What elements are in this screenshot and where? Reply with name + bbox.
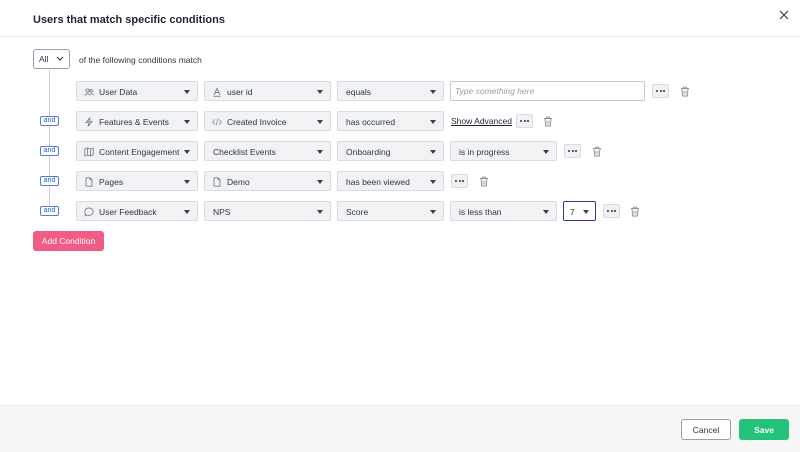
map-icon xyxy=(84,147,94,157)
more-options-button[interactable] xyxy=(652,84,669,98)
score-value-label: 7 xyxy=(570,207,575,217)
cancel-button[interactable]: Cancel xyxy=(681,419,731,440)
attribute-label: Demo xyxy=(227,177,250,187)
and-connector-badge[interactable]: and xyxy=(40,146,59,156)
condition-row-4: and Pages Demo has been viewed xyxy=(0,171,800,191)
match-mode-select[interactable]: All xyxy=(33,49,70,69)
text-icon xyxy=(212,87,222,97)
trash-icon[interactable] xyxy=(680,86,690,97)
caret-down-icon xyxy=(430,150,436,154)
category-select[interactable]: Content Engagement xyxy=(76,141,198,161)
more-options-button[interactable] xyxy=(564,144,581,158)
comparison-select[interactable]: is less than xyxy=(450,201,557,221)
operator-select[interactable]: Score xyxy=(337,201,444,221)
caret-down-icon xyxy=(317,150,323,154)
caret-down-icon xyxy=(317,90,323,94)
attribute-select[interactable]: Created Invoice xyxy=(204,111,331,131)
attribute-select[interactable]: Demo xyxy=(204,171,331,191)
caret-down-icon xyxy=(430,210,436,214)
trash-icon[interactable] xyxy=(479,176,489,187)
operator-label: Score xyxy=(346,207,369,217)
attribute-select[interactable]: user id xyxy=(204,81,331,101)
save-button[interactable]: Save xyxy=(739,419,789,440)
category-label: Content Engagement xyxy=(99,147,180,157)
dialog-title: Users that match specific conditions xyxy=(33,14,225,26)
document-icon xyxy=(84,177,94,187)
operator-select[interactable]: has occurred xyxy=(337,111,444,131)
caret-down-icon xyxy=(184,120,190,124)
and-connector-badge[interactable]: and xyxy=(40,176,59,186)
caret-down-icon xyxy=(583,210,589,214)
trash-icon[interactable] xyxy=(592,146,602,157)
show-advanced-link[interactable]: Show Advanced xyxy=(451,116,512,126)
category-select[interactable]: Pages xyxy=(76,171,198,191)
category-label: Features & Events xyxy=(99,117,169,127)
dialog-header: Users that match specific conditions xyxy=(0,0,800,37)
caret-down-icon xyxy=(317,210,323,214)
operator-label: has occurred xyxy=(346,117,396,127)
attribute-label: NPS xyxy=(213,207,231,217)
close-icon[interactable] xyxy=(776,7,792,23)
operator-select[interactable]: Onboarding xyxy=(337,141,444,161)
caret-down-icon xyxy=(543,150,549,154)
lightning-icon xyxy=(84,117,94,127)
document-icon xyxy=(212,177,222,187)
caret-down-icon xyxy=(430,120,436,124)
match-description: of the following conditions match xyxy=(79,55,202,65)
category-select[interactable]: Features & Events xyxy=(76,111,198,131)
caret-down-icon xyxy=(430,90,436,94)
attribute-select[interactable]: NPS xyxy=(204,201,331,221)
caret-down-icon xyxy=(430,180,436,184)
caret-down-icon xyxy=(317,120,323,124)
value-input[interactable] xyxy=(450,81,645,101)
trash-icon[interactable] xyxy=(630,206,640,217)
category-select[interactable]: User Feedback xyxy=(76,201,198,221)
match-mode-value: All xyxy=(39,54,49,64)
caret-down-icon xyxy=(317,180,323,184)
operator-label: equals xyxy=(346,87,372,97)
and-connector-badge[interactable]: and xyxy=(40,206,59,216)
condition-row-1: User Data user id equals xyxy=(0,81,800,101)
add-condition-button[interactable]: Add Condition xyxy=(33,231,104,251)
chat-bubble-icon xyxy=(84,207,94,217)
users-icon xyxy=(84,87,94,97)
status-select[interactable]: is in progress xyxy=(450,141,557,161)
attribute-label: Created Invoice xyxy=(227,117,287,127)
score-value-select[interactable]: 7 xyxy=(563,201,596,221)
operator-select[interactable]: equals xyxy=(337,81,444,101)
condition-row-3: and Content Engagement Checklist Events … xyxy=(0,141,800,161)
operator-label: Onboarding xyxy=(346,147,391,157)
comparison-label: is less than xyxy=(459,207,502,217)
operator-select[interactable]: has been viewed xyxy=(337,171,444,191)
attribute-select[interactable]: Checklist Events xyxy=(204,141,331,161)
caret-down-icon xyxy=(184,90,190,94)
caret-down-icon xyxy=(184,150,190,154)
category-label: User Data xyxy=(99,87,138,97)
category-select[interactable]: User Data xyxy=(76,81,198,101)
status-label: is in progress xyxy=(459,147,510,157)
dialog-footer: Cancel Save xyxy=(0,405,800,452)
operator-label: has been viewed xyxy=(346,177,410,187)
category-label: User Feedback xyxy=(99,207,157,217)
category-label: Pages xyxy=(99,177,124,187)
condition-row-5: and User Feedback NPS Score is less than… xyxy=(0,201,800,221)
more-options-button[interactable] xyxy=(603,204,620,218)
and-connector-badge[interactable]: and xyxy=(40,116,59,126)
caret-down-icon xyxy=(184,210,190,214)
chevron-down-icon xyxy=(56,56,64,61)
caret-down-icon xyxy=(543,210,549,214)
caret-down-icon xyxy=(184,180,190,184)
more-options-button[interactable] xyxy=(451,174,468,188)
trash-icon[interactable] xyxy=(543,116,553,127)
attribute-label: user id xyxy=(227,87,253,97)
condition-row-2: and Features & Events Created Invoice ha… xyxy=(0,111,800,131)
more-options-button[interactable] xyxy=(516,114,533,128)
attribute-label: Checklist Events xyxy=(213,147,276,157)
code-icon xyxy=(212,117,222,127)
